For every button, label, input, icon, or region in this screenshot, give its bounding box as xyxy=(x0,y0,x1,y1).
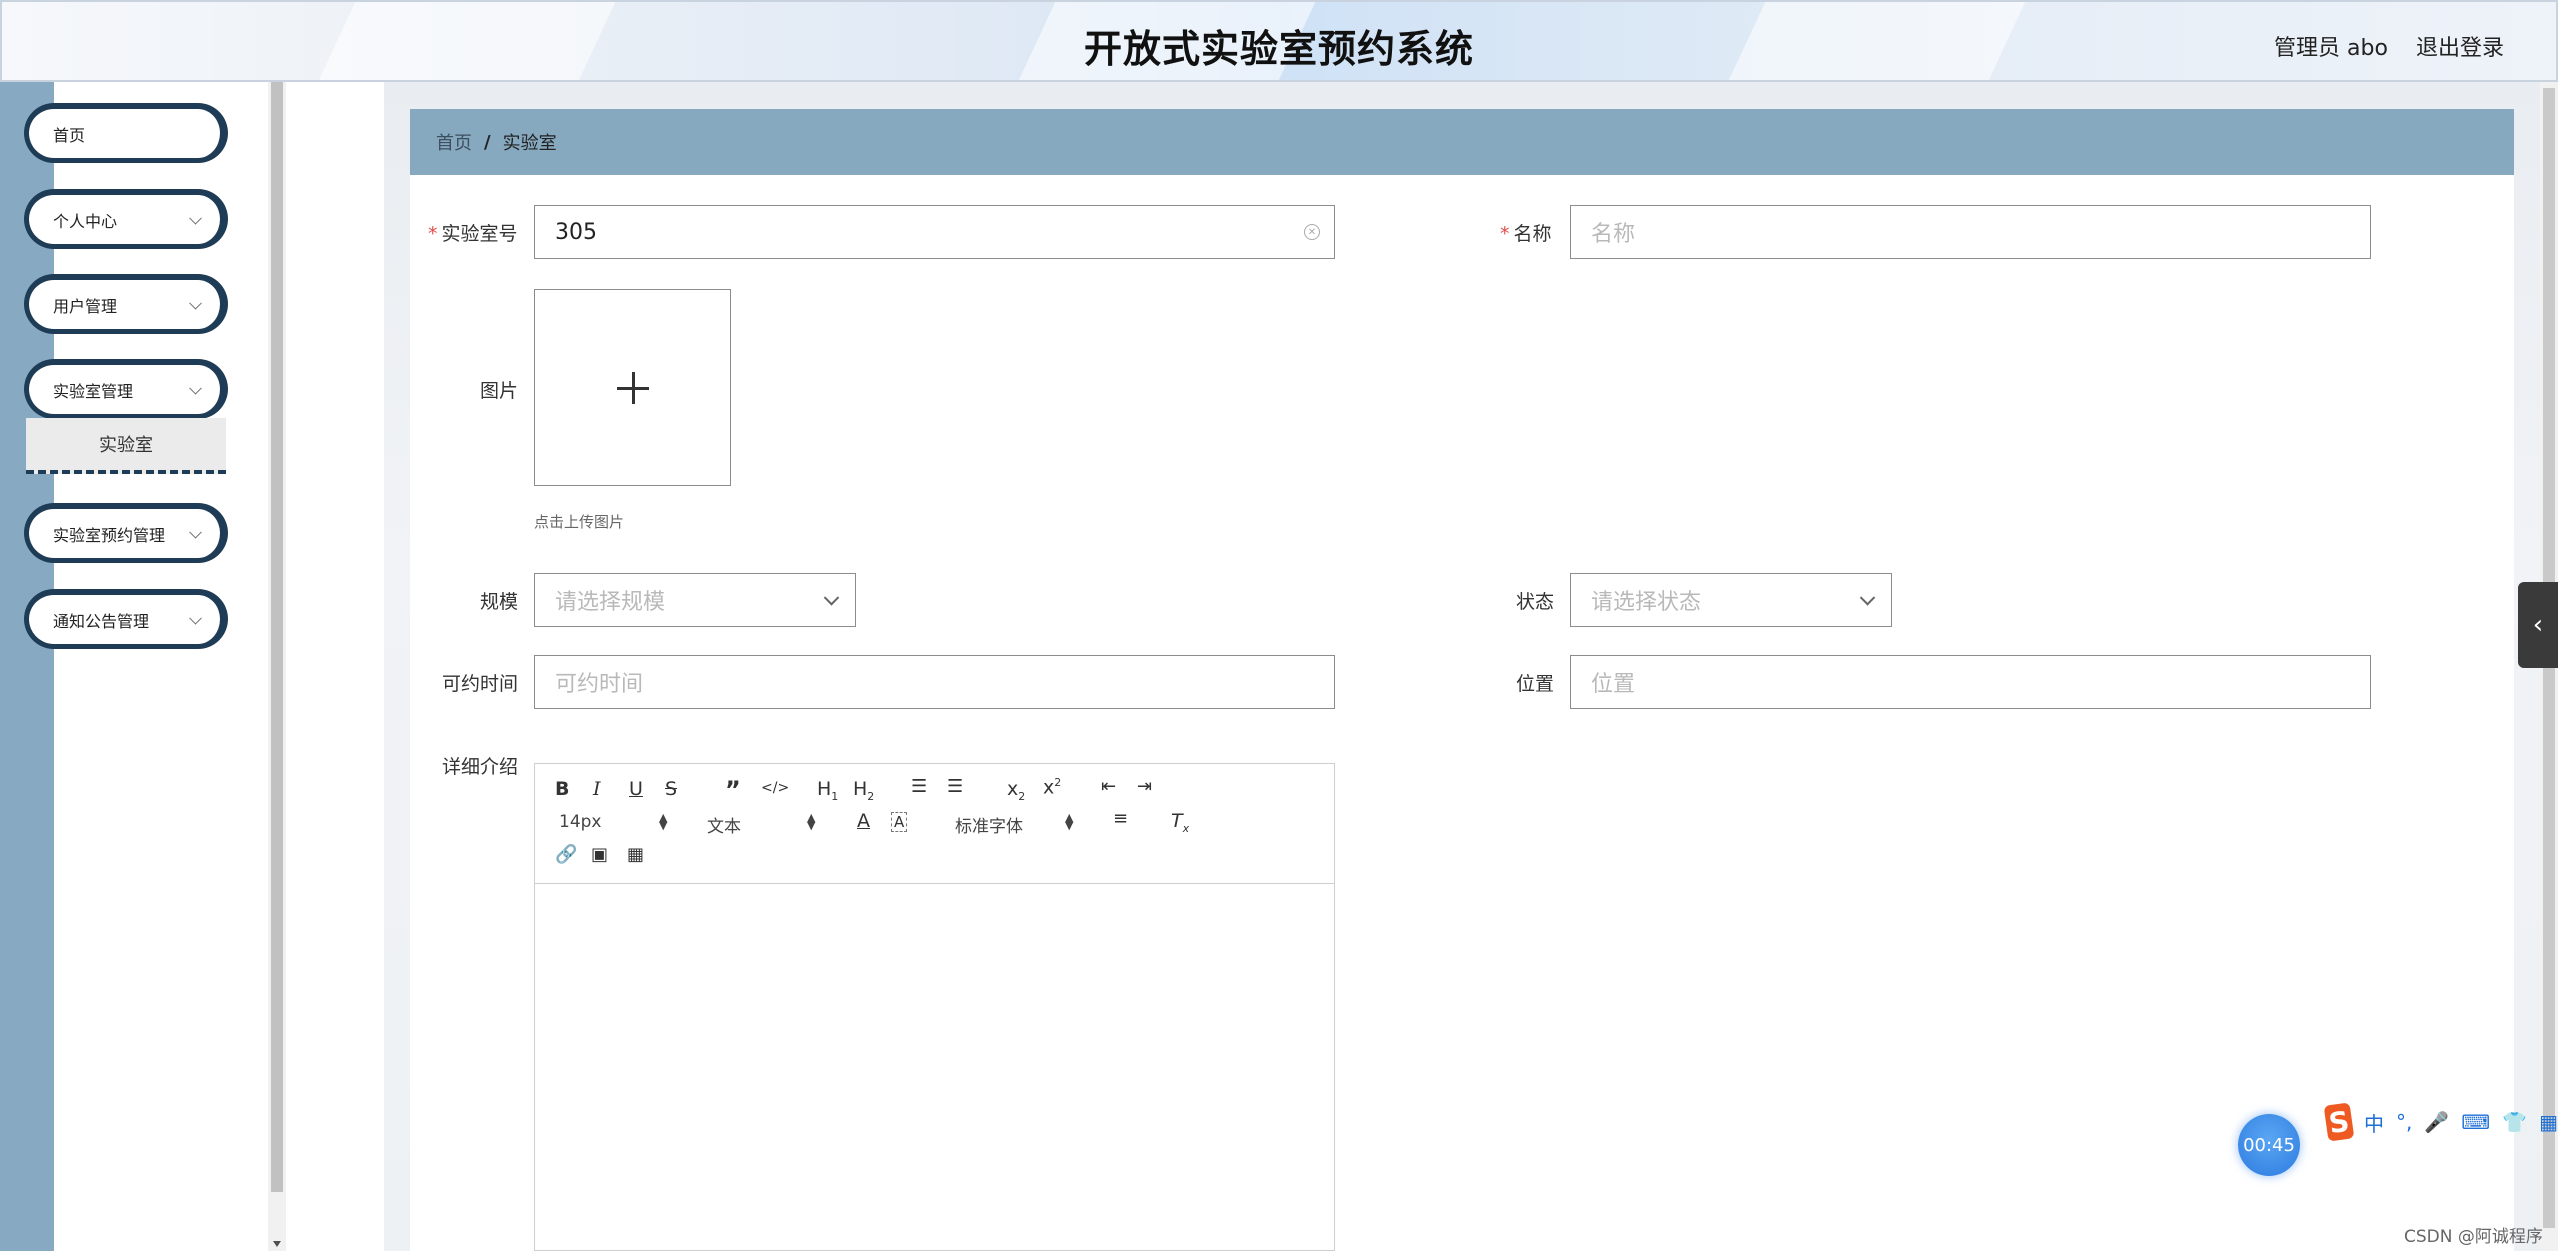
recording-timer: 00:45 xyxy=(2238,1114,2300,1176)
text-style-value: 文本 xyxy=(707,817,741,837)
text-style-select[interactable]: 文本 ▲ ▼ xyxy=(707,812,815,837)
sidebar-item-reservation[interactable]: 实验室预约管理 xyxy=(24,503,228,563)
upload-hint: 点击上传图片 xyxy=(534,513,625,531)
video-icon[interactable]: ▦ xyxy=(627,844,644,865)
sogou-logo-icon: S xyxy=(2323,1102,2355,1142)
chevron-down-icon xyxy=(189,525,202,539)
breadcrumb-separator: / xyxy=(484,131,491,153)
apps-icon[interactable]: ▦ xyxy=(2539,1110,2558,1134)
sidebar-item-lab-management[interactable]: 实验室管理 xyxy=(24,359,228,419)
available-time-input[interactable]: 可约时间 xyxy=(534,655,1335,709)
code-icon[interactable]: </> xyxy=(761,780,789,796)
italic-icon[interactable]: I xyxy=(593,778,601,800)
app-title: 开放式实验室预约系统 xyxy=(1083,27,1474,71)
heading2-icon[interactable]: H2 xyxy=(853,778,874,803)
sidebar xyxy=(54,82,268,1251)
scale-label: 规模 xyxy=(480,591,519,613)
available-time-label: 可约时间 xyxy=(442,673,519,695)
admin-user: 管理员 abo xyxy=(2274,36,2388,61)
sidebar-item-label: 首页 xyxy=(53,125,86,145)
skin-icon[interactable]: 👕 xyxy=(2502,1110,2527,1134)
ordered-list-icon[interactable]: ☰ xyxy=(911,776,927,797)
chevron-down-icon xyxy=(189,296,202,310)
chevron-down-icon xyxy=(189,611,202,625)
font-size-value: 14px xyxy=(559,812,602,832)
subscript-icon[interactable]: x2 xyxy=(1007,778,1025,803)
lab-no-input[interactable]: 305 ✕ xyxy=(534,205,1335,259)
sidebar-scrollbar[interactable] xyxy=(268,82,286,1251)
status-select[interactable]: 请选择状态 xyxy=(1570,573,1892,627)
blockquote-icon[interactable]: ” xyxy=(725,776,741,804)
lab-no-value: 305 xyxy=(555,219,597,245)
bullet-list-icon[interactable]: ☰ xyxy=(947,776,963,797)
font-family-value: 标准字体 xyxy=(955,817,1023,837)
ime-mode[interactable]: 中 xyxy=(2364,1108,2384,1137)
sidebar-item-label: 实验室管理 xyxy=(53,381,134,401)
outdent-icon[interactable]: ⇤ xyxy=(1101,776,1116,797)
updown-icon: ▲ ▼ xyxy=(1065,811,1074,832)
scrollbar-thumb[interactable] xyxy=(271,82,283,1192)
scale-select[interactable]: 请选择规模 xyxy=(534,573,856,627)
heading1-icon[interactable]: H1 xyxy=(817,778,838,803)
clear-icon[interactable]: ✕ xyxy=(1304,224,1320,240)
align-icon[interactable]: ≡ xyxy=(1113,808,1128,829)
underline-icon[interactable]: U xyxy=(629,778,643,800)
strikethrough-icon[interactable]: S xyxy=(665,778,677,800)
sidebar-item-notice[interactable]: 通知公告管理 xyxy=(24,589,228,649)
font-size-select[interactable]: 14px ▲ ▼ xyxy=(559,812,667,832)
chevron-down-icon xyxy=(1859,590,1876,606)
microphone-icon[interactable]: 🎤 xyxy=(2424,1110,2449,1134)
keyboard-icon[interactable]: ⌨ xyxy=(2461,1110,2490,1134)
font-color-icon[interactable]: A xyxy=(857,810,870,832)
logout-link[interactable]: 退出登录 xyxy=(2416,30,2504,62)
status-label: 状态 xyxy=(1516,591,1555,613)
image-label: 图片 xyxy=(480,380,519,402)
image-icon[interactable]: ▣ xyxy=(591,844,608,865)
sidebar-item-home[interactable]: 首页 xyxy=(24,103,228,163)
punctuation-icon[interactable]: °, xyxy=(2396,1110,2412,1134)
sidebar-item-profile[interactable]: 个人中心 xyxy=(24,189,228,249)
location-label: 位置 xyxy=(1516,673,1555,695)
image-upload[interactable] xyxy=(534,289,731,486)
clear-format-icon[interactable]: Tx xyxy=(1171,810,1189,835)
breadcrumb: 首页 / 实验室 xyxy=(410,109,2514,175)
sidebar-strip xyxy=(0,82,54,1251)
sidebar-item-label: 通知公告管理 xyxy=(53,611,150,631)
updown-icon: ▲ ▼ xyxy=(659,811,668,832)
required-mark: * xyxy=(428,223,438,245)
chevron-down-icon xyxy=(189,211,202,225)
background-color-icon[interactable]: A xyxy=(891,812,908,832)
scroll-down-arrow-icon[interactable] xyxy=(273,1241,281,1247)
required-mark: * xyxy=(1500,223,1510,245)
chevron-down-icon xyxy=(189,381,202,395)
breadcrumb-home[interactable]: 首页 xyxy=(436,129,472,155)
watermark: CSDN @阿诚程序 xyxy=(2404,1227,2543,1247)
breadcrumb-current: 实验室 xyxy=(502,133,557,154)
status-placeholder: 请选择状态 xyxy=(1591,590,1702,615)
scale-placeholder: 请选择规模 xyxy=(555,590,666,615)
indent-icon[interactable]: ⇥ xyxy=(1137,776,1152,797)
editor-toolbar: B I U S ” </> H1 H2 ☰ ☰ x2 x2 ⇤ ⇥ 14px ▲… xyxy=(535,764,1334,884)
ime-toolbar[interactable]: S 中 °, 🎤 ⌨ 👕 ▦ xyxy=(2323,1102,2558,1142)
location-input[interactable]: 位置 xyxy=(1570,655,2371,709)
updown-icon: ▲ ▼ xyxy=(807,811,816,832)
detail-label: 详细介绍 xyxy=(442,756,519,778)
name-input[interactable]: 名称 xyxy=(1570,205,2371,259)
chevron-down-icon xyxy=(823,590,840,606)
sidebar-item-label: 实验室预约管理 xyxy=(53,525,166,545)
sidebar-item-label: 个人中心 xyxy=(53,211,118,231)
name-label: * 名称 xyxy=(1500,223,1552,245)
lab-no-label: * 实验室号 xyxy=(428,223,518,245)
font-family-select[interactable]: 标准字体 ▲ ▼ xyxy=(955,812,1073,837)
sidebar-item-users[interactable]: 用户管理 xyxy=(24,274,228,334)
rich-text-editor[interactable]: B I U S ” </> H1 H2 ☰ ☰ x2 x2 ⇤ ⇥ 14px ▲… xyxy=(534,763,1335,1251)
bold-icon[interactable]: B xyxy=(555,778,569,800)
link-icon[interactable]: 🔗 xyxy=(555,844,577,865)
plus-icon xyxy=(632,372,635,404)
chevron-left-icon[interactable]: ‹ xyxy=(2518,582,2558,668)
superscript-icon[interactable]: x2 xyxy=(1043,776,1061,798)
sidebar-item-label: 用户管理 xyxy=(53,296,118,316)
top-header: 开放式实验室预约系统 管理员 abo 退出登录 xyxy=(0,0,2558,82)
sidebar-subitem-lab[interactable]: 实验室 xyxy=(26,418,226,474)
